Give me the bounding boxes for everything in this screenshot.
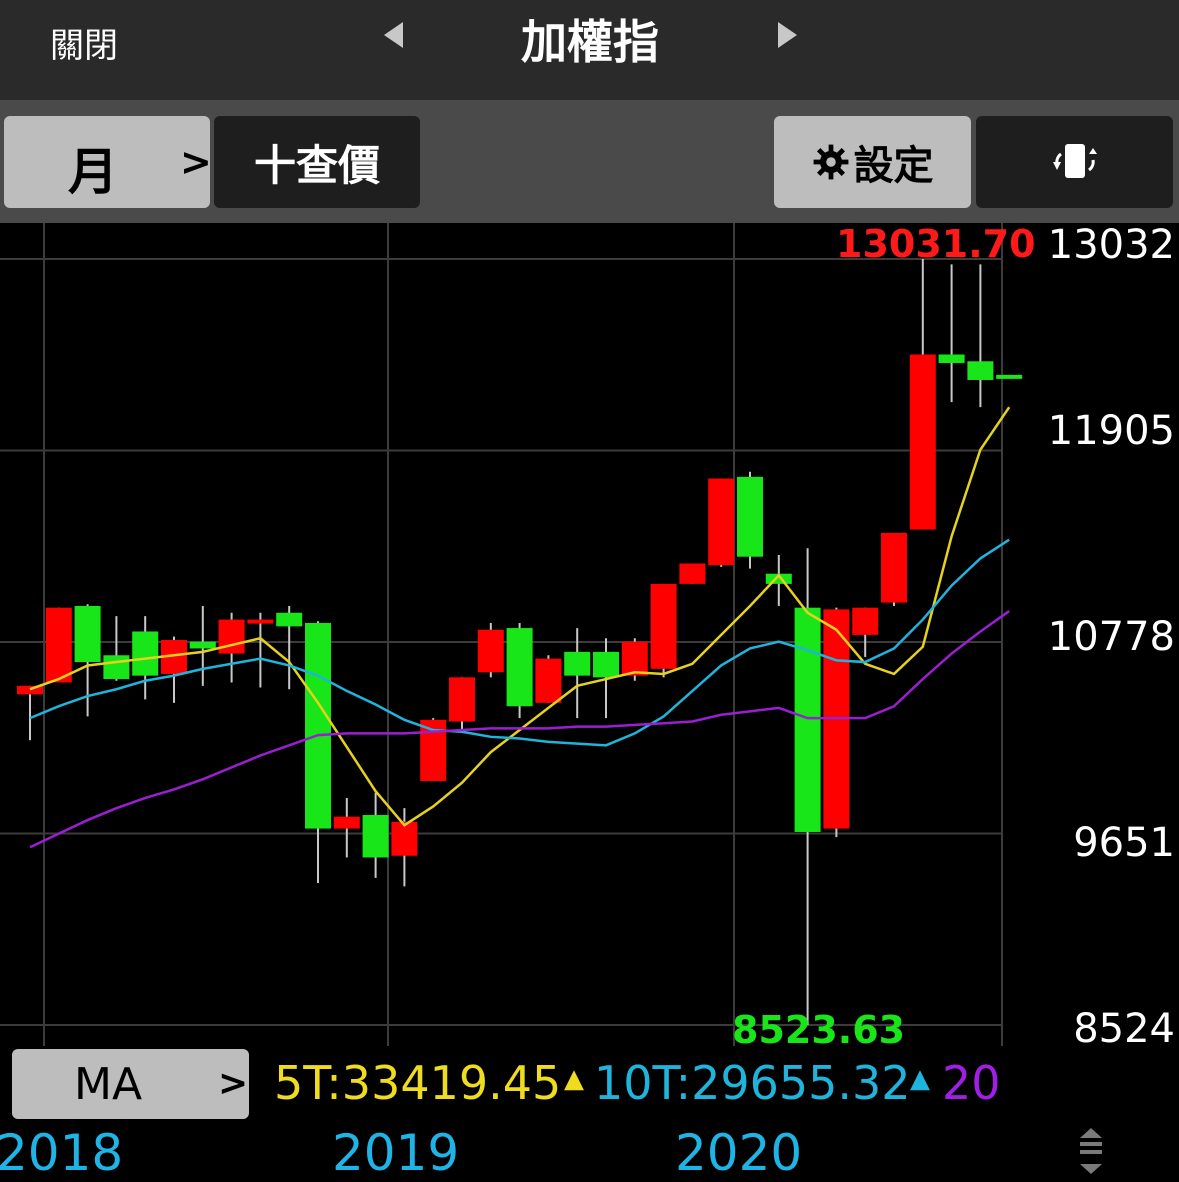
settings-label: 設定 [853, 143, 934, 189]
page-title: 加權指 [521, 15, 659, 69]
rotate-button[interactable] [976, 116, 1173, 208]
x-tick-label: 2019 [332, 1124, 460, 1182]
crosshair-button[interactable]: 十查價 [214, 116, 420, 208]
candle-body [276, 612, 303, 627]
chevron-right-icon: > [180, 140, 212, 184]
max-price-label: 13031.70 [836, 222, 1036, 266]
candle-body [103, 655, 130, 680]
triangle-right-icon[interactable] [778, 22, 797, 48]
candle-body [881, 532, 907, 603]
y-tick-label: 10778 [1047, 614, 1175, 660]
chart-toolbar: 月 > 十查價 設定 [0, 100, 1179, 223]
candle-body [996, 374, 1023, 379]
candle-body [74, 605, 101, 663]
ma-button[interactable]: MA > [12, 1049, 249, 1119]
y-tick-label: 11905 [1047, 408, 1175, 454]
period-label: 月 [68, 143, 118, 201]
ma20-value: 20 [942, 1056, 1001, 1110]
candle-body [305, 622, 331, 829]
candle-body [477, 629, 504, 673]
candle-body [189, 641, 216, 649]
ma-indicator-bar: MA > 5T:33419.45 ▲ 10T:29655.32 ▲ 20 [0, 1046, 1002, 1120]
y-tick-label: 13032 [1047, 222, 1175, 268]
top-bar: 關閉 加權指 [0, 0, 1179, 100]
settings-button[interactable]: 設定 [774, 116, 971, 208]
y-tick-label: 9651 [1073, 820, 1175, 866]
x-axis: 2018 2019 2020 [0, 1120, 1179, 1182]
candle-body [247, 619, 274, 624]
candle-body [449, 677, 475, 722]
period-button[interactable]: 月 > [4, 116, 212, 208]
candle-body [333, 816, 360, 829]
candle-body [564, 651, 591, 676]
close-button[interactable]: 關閉 [50, 18, 118, 67]
candle-body [391, 821, 418, 856]
x-tick-label: 2020 [675, 1124, 803, 1182]
gear-icon [813, 144, 848, 180]
candle-body [593, 651, 619, 678]
candle-body [362, 814, 389, 858]
triangle-left-icon[interactable] [384, 22, 403, 48]
ma10-value: 10T:29655.32 [594, 1056, 911, 1110]
y-tick-label: 8524 [1073, 1006, 1175, 1052]
candle-body [621, 641, 648, 676]
candle-body [938, 354, 965, 363]
candle-body [967, 361, 994, 380]
ma5-value: 5T:33419.45 [274, 1056, 562, 1110]
ma-label: MA [74, 1059, 143, 1110]
candle-body [708, 478, 735, 566]
candle-body [535, 658, 562, 703]
candle-body [852, 607, 879, 635]
candle-body [132, 631, 159, 676]
chevron-right-icon: > [218, 1063, 249, 1104]
candle-body [737, 476, 763, 557]
ma5-marker-icon: ▲ [564, 1064, 584, 1094]
candle-body [45, 607, 72, 683]
ma10-marker-icon: ▲ [910, 1064, 930, 1094]
candle-body [909, 354, 936, 530]
scroll-handle-icon[interactable] [1078, 1128, 1104, 1174]
candle-body [506, 628, 533, 707]
candlestick-chart[interactable] [0, 223, 1179, 1046]
candle-body [650, 583, 677, 669]
x-tick-label: 2018 [0, 1124, 124, 1182]
candle-body [794, 607, 821, 832]
rotate-device-icon [1052, 144, 1097, 178]
candle-body [679, 563, 706, 584]
